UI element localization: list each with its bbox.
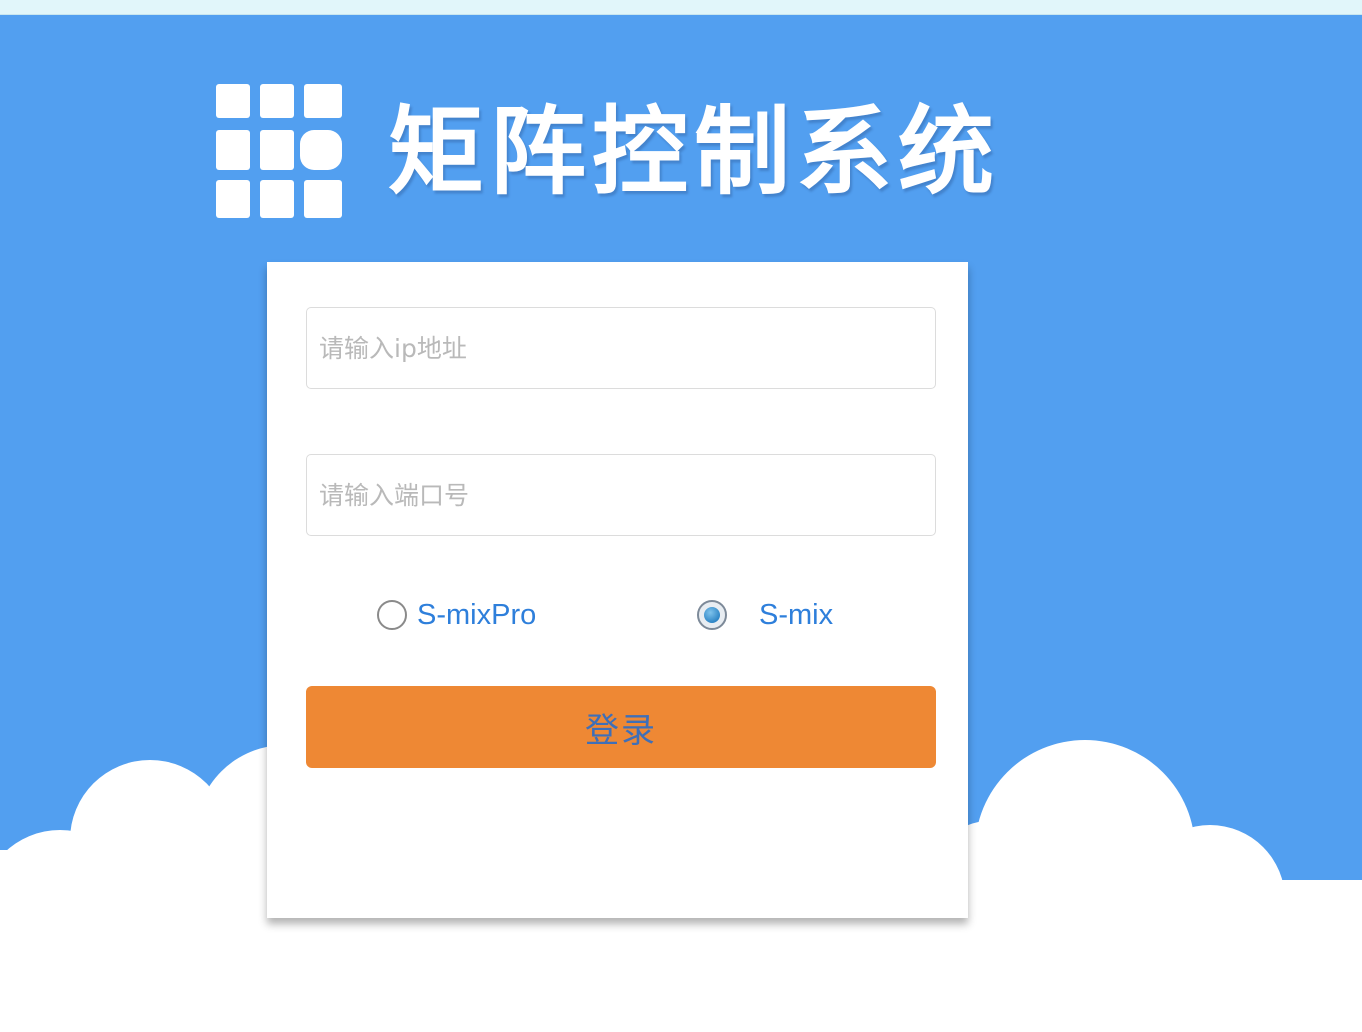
login-page: 矩阵控制系统 S-mixPro S-mix 登录 bbox=[0, 0, 1362, 1032]
grid-logo-icon bbox=[216, 84, 342, 218]
radio-unchecked-icon[interactable] bbox=[377, 600, 407, 630]
radio-label-s-mixpro[interactable]: S-mixPro bbox=[417, 599, 536, 632]
radio-checked-icon[interactable] bbox=[697, 600, 727, 630]
login-card: S-mixPro S-mix 登录 bbox=[267, 262, 968, 918]
port-number-input[interactable] bbox=[306, 454, 936, 536]
app-title: 矩阵控制系统 bbox=[388, 96, 1000, 208]
radio-option-s-mix[interactable]: S-mix bbox=[697, 592, 833, 638]
radio-option-s-mixpro[interactable]: S-mixPro bbox=[377, 592, 536, 638]
top-strip bbox=[0, 0, 1362, 15]
radio-selected-dot bbox=[704, 607, 720, 623]
login-button[interactable]: 登录 bbox=[306, 686, 936, 768]
ip-address-input[interactable] bbox=[306, 307, 936, 389]
radio-label-s-mix[interactable]: S-mix bbox=[759, 599, 833, 632]
